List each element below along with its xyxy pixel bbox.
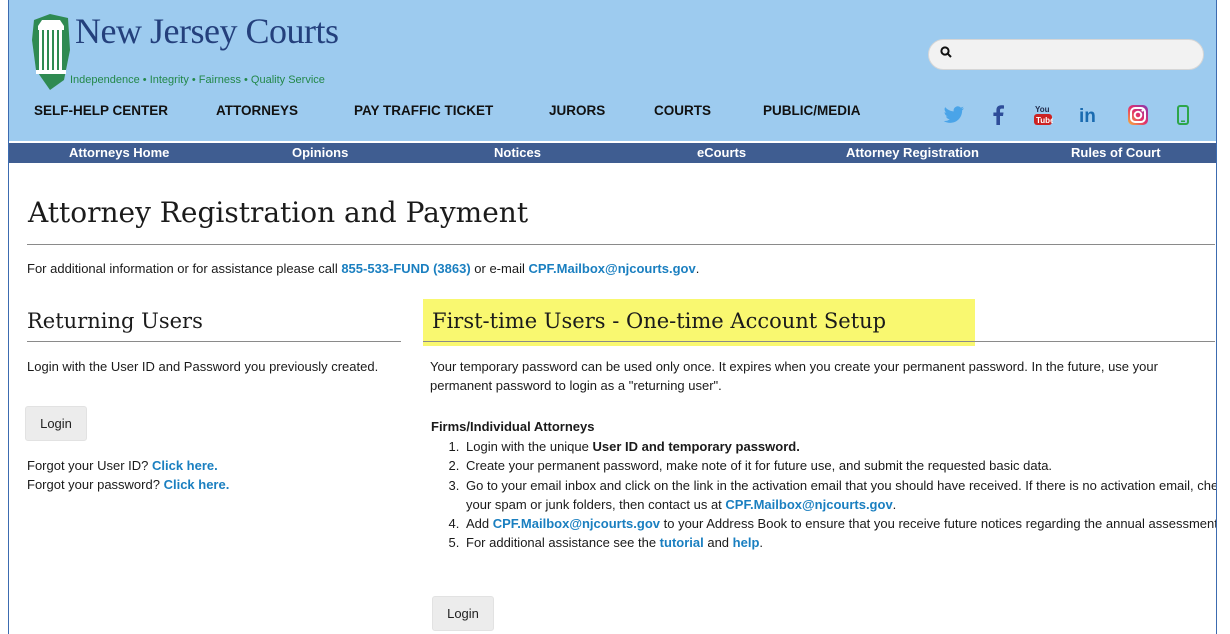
- email-link[interactable]: CPF.Mailbox@njcourts.gov: [528, 261, 695, 276]
- instagram-icon[interactable]: [1126, 100, 1150, 130]
- forgot-password-link[interactable]: Click here.: [164, 477, 230, 492]
- subnav-notices[interactable]: Notices: [494, 145, 541, 160]
- forgot-user-id-text: Forgot your User ID?: [27, 458, 152, 473]
- site-title[interactable]: New Jersey Courts: [75, 10, 339, 52]
- linkedin-icon[interactable]: in: [1078, 100, 1104, 130]
- step5-and: and: [703, 535, 733, 551]
- nj-courts-logo-icon[interactable]: [30, 10, 72, 92]
- step4-text-2: to your Address Book to ensure that you …: [660, 516, 1217, 532]
- contact-info-text-2: or e-mail: [470, 261, 529, 276]
- step1-text: Login with the unique: [466, 439, 593, 454]
- twitter-icon[interactable]: [941, 100, 967, 130]
- contact-info: For additional information or for assist…: [27, 259, 699, 278]
- step4-text: Add: [466, 516, 493, 532]
- forgot-password: Forgot your password? Click here.: [27, 475, 229, 494]
- returning-users-text: Login with the User ID and Password you …: [27, 359, 379, 374]
- first-time-divider: [423, 341, 1215, 342]
- subnav-rules-of-court[interactable]: Rules of Court: [1071, 145, 1161, 160]
- search-icon[interactable]: [940, 46, 952, 61]
- first-time-intro: Your temporary password can be used only…: [430, 359, 1158, 393]
- step1-bold-text: User ID and temporary password.: [592, 439, 800, 454]
- tutorial-link[interactable]: tutorial: [660, 535, 704, 550]
- forgot-user-id-link[interactable]: Click here.: [152, 458, 218, 473]
- forgot-password-text: Forgot your password?: [27, 477, 164, 492]
- step5-text: For additional assistance see the: [466, 535, 660, 551]
- step3-end: .: [892, 496, 897, 512]
- main-nav: SELF-HELP CENTER ATTORNEYS PAY TRAFFIC T…: [9, 103, 909, 125]
- setup-steps-list: Login with the unique User ID and tempor…: [430, 437, 1217, 553]
- nav-courts[interactable]: COURTS: [654, 103, 711, 118]
- step3-email-link[interactable]: CPF.Mailbox@njcourts.gov: [725, 497, 892, 512]
- firms-attorneys-heading: Firms/Individual Attorneys: [431, 419, 595, 434]
- nav-self-help-center[interactable]: SELF-HELP CENTER: [34, 103, 168, 118]
- title-divider: [27, 244, 1215, 245]
- step5-end: .: [759, 535, 764, 551]
- list-item: Create your permanent password, make not…: [463, 456, 1216, 475]
- first-time-users-heading: First-time Users - One-time Account Setu…: [432, 309, 887, 333]
- help-link[interactable]: help: [733, 535, 760, 550]
- search-input[interactable]: [959, 44, 1198, 66]
- list-item: Go to your email inbox and click on the …: [463, 476, 1216, 515]
- mobile-phone-icon[interactable]: [1173, 100, 1193, 130]
- first-time-login-button[interactable]: Login: [432, 596, 494, 631]
- subnav-opinions[interactable]: Opinions: [292, 145, 348, 160]
- nav-attorneys[interactable]: ATTORNEYS: [216, 103, 298, 118]
- subnav-attorneys-home[interactable]: Attorneys Home: [69, 145, 169, 160]
- browser-page: New Jersey Courts Independence • Integri…: [8, 0, 1217, 634]
- youtube-icon[interactable]: You Tube: [1032, 100, 1054, 130]
- returning-users-heading: Returning Users: [27, 309, 203, 333]
- contact-info-end: .: [695, 261, 700, 276]
- list-item: Add CPF.Mailbox@njcourts.gov to your Add…: [463, 514, 1217, 533]
- svg-text:You: You: [1035, 105, 1050, 114]
- forgot-user-id: Forgot your User ID? Click here.: [27, 456, 218, 475]
- phone-link[interactable]: 855-533-FUND (3863): [341, 261, 470, 276]
- nav-public-media[interactable]: PUBLIC/MEDIA: [763, 103, 861, 118]
- contact-info-text: For additional information or for assist…: [27, 261, 342, 276]
- returning-divider: [27, 341, 401, 342]
- page-title: Attorney Registration and Payment: [28, 196, 529, 229]
- facebook-icon[interactable]: [988, 100, 1008, 130]
- nav-pay-traffic-ticket[interactable]: PAY TRAFFIC TICKET: [354, 103, 493, 118]
- step4-email-link[interactable]: CPF.Mailbox@njcourts.gov: [493, 516, 660, 531]
- step2-text: Create your permanent password, make not…: [466, 458, 1053, 474]
- subnav-attorney-registration[interactable]: Attorney Registration: [846, 145, 979, 160]
- attorneys-subnav: Attorneys Home Opinions Notices eCourts …: [9, 143, 1216, 163]
- svg-text:Tube: Tube: [1036, 116, 1053, 125]
- returning-login-button[interactable]: Login: [25, 406, 87, 441]
- search-box[interactable]: [928, 39, 1204, 70]
- subnav-ecourts[interactable]: eCourts: [697, 145, 746, 160]
- list-item: For additional assistance see the tutori…: [463, 533, 1216, 552]
- svg-text:in: in: [1079, 106, 1096, 124]
- site-tagline: Independence • Integrity • Fairness • Qu…: [70, 74, 325, 86]
- site-header: New Jersey Courts Independence • Integri…: [9, 0, 1216, 141]
- nav-jurors[interactable]: JURORS: [549, 103, 605, 118]
- list-item: Login with the unique User ID and tempor…: [463, 437, 1216, 456]
